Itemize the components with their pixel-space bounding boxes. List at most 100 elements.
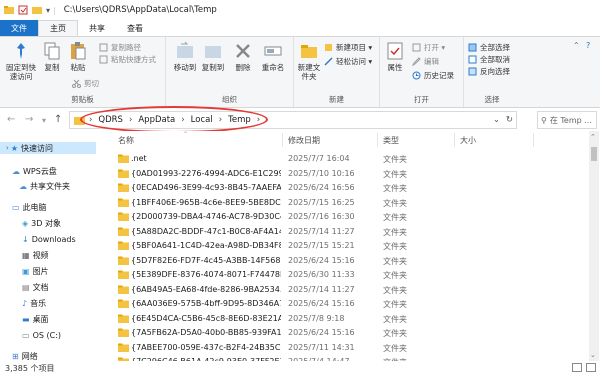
sidebar-item-wps-cloud[interactable]: ☁ WPS云盘 (0, 165, 57, 177)
tab-file[interactable]: 文件 (0, 20, 38, 36)
properties-button[interactable]: 属性 (384, 41, 406, 72)
history-button[interactable]: 历史记录 (412, 71, 454, 80)
copy-button[interactable]: 复制 (40, 41, 64, 72)
customize-toolbar-icon[interactable]: ▾ (46, 6, 50, 15)
sidebar-item-this-pc[interactable]: ▭ 此电脑 (0, 201, 47, 213)
address-dropdown-icon[interactable]: ⌄ (493, 115, 500, 125)
new-folder-icon[interactable] (32, 5, 42, 15)
search-box[interactable]: ⚲ 在 Temp ... (537, 111, 597, 129)
column-divider[interactable] (454, 133, 455, 147)
column-header-date[interactable]: 修改日期 (288, 135, 320, 146)
easy-access-button[interactable]: 轻松访问 ▾ (324, 57, 372, 66)
table-row[interactable]: {2D000739-DBA4-4746-AC78-9D30C4... 2025/7… (98, 211, 588, 224)
sidebar-item-documents[interactable]: ▤ 文档 (0, 281, 49, 293)
refresh-icon[interactable]: ↻ (506, 115, 513, 125)
open-button[interactable]: 打开 ▾ (412, 43, 445, 52)
organize-group: 移动到 复制到 删除 重命名 组织 (166, 37, 294, 107)
recent-locations-icon[interactable]: ▾ (42, 116, 46, 125)
easy-access-label: 轻松访问 ▾ (336, 57, 373, 66)
file-name: {6AB49A5-EA68-4fde-8286-9BA2534... (131, 284, 281, 294)
search-placeholder: 在 Temp ... (549, 115, 592, 125)
copy-path-button[interactable]: 复制路径 (99, 43, 141, 52)
large-icons-view-icon[interactable] (586, 363, 596, 372)
breadcrumb-qdrs[interactable]: QDRS (98, 115, 123, 125)
table-row[interactable]: {1BFF406E-965B-4c6e-8EE9-5BE8DC1... 2025/… (98, 197, 588, 210)
breadcrumb-appdata[interactable]: AppData (138, 115, 175, 125)
properties-icon[interactable] (18, 5, 28, 15)
table-row[interactable]: {6E45D4CA-C5B6-45c8-8E6D-83E21A... 2025/7… (98, 313, 588, 326)
column-divider[interactable] (282, 133, 283, 147)
cloud-icon: ☁ (19, 181, 27, 191)
pin-quick-access-button[interactable]: 固定到快速访问 (4, 41, 38, 81)
scroll-up-arrow-icon[interactable]: ⌃ (590, 133, 596, 141)
vertical-scrollbar[interactable]: ⌃ ⌄ (589, 131, 599, 361)
copy-to-button[interactable]: 复制到 (200, 41, 226, 72)
column-header-type[interactable]: 类型 (383, 135, 399, 146)
tab-view[interactable]: 查看 (116, 20, 154, 36)
copy-path-icon (99, 43, 108, 52)
properties-label: 属性 (387, 63, 403, 72)
select-all-button[interactable]: 全部选择 (468, 43, 510, 52)
table-row[interactable]: {5E389DFE-8376-4074-8071-F74478D... 2025/… (98, 269, 588, 282)
sidebar-item-os-drive[interactable]: ▭ OS (C:) (0, 329, 61, 341)
table-row[interactable]: {5D7F82E6-FD7F-4c45-A3BB-14F5680... 2025/… (98, 255, 588, 268)
table-row[interactable]: {6AA036E9-575B-4bff-9D95-8D346A7... 2025/… (98, 298, 588, 311)
breadcrumb-local[interactable]: Local (191, 115, 213, 125)
select-none-button[interactable]: 全部取消 (468, 55, 510, 64)
table-row[interactable]: {5BF0A641-1C4D-42ea-A98D-DB34F8... 2025/7… (98, 240, 588, 253)
table-row[interactable]: .net 2025/7/7 16:04 文件夹 (98, 153, 588, 166)
open-label: 打开 ▾ (424, 43, 446, 52)
new-item-button[interactable]: 新建项目 ▾ (324, 43, 372, 52)
sidebar-item-quick-access[interactable]: › ★ 快速访问 (0, 142, 96, 154)
tab-share[interactable]: 共享 (78, 20, 116, 36)
new-folder-button[interactable]: 新建文件夹 (296, 41, 322, 81)
column-divider[interactable] (377, 133, 378, 147)
column-header-name[interactable]: 名称 (118, 135, 134, 146)
back-arrow-icon[interactable]: ← (7, 114, 15, 125)
table-row[interactable]: {6AB49A5-EA68-4fde-8286-9BA2534... 2025/7… (98, 284, 588, 297)
sidebar-item-videos[interactable]: ▦ 视频 (0, 249, 49, 261)
cut-button[interactable]: 剪切 (72, 79, 99, 88)
delete-button[interactable]: 删除 (232, 41, 254, 72)
forward-arrow-icon[interactable]: → (25, 114, 33, 125)
paste-button[interactable]: 粘贴 (66, 41, 90, 72)
sidebar-item-desktop[interactable]: ▬ 桌面 (0, 313, 49, 325)
file-type: 文件夹 (383, 242, 407, 251)
details-view-icon[interactable] (572, 363, 582, 372)
cube-icon: ◈ (22, 218, 29, 228)
address-bar[interactable]: › QDRS › AppData › Local › Temp › ⌄ ↻ (69, 111, 517, 129)
invert-selection-icon (468, 67, 477, 76)
move-to-button[interactable]: 移动到 (172, 41, 198, 72)
sidebar-item-shared-folder[interactable]: ☁ 共享文件夹 (0, 180, 70, 192)
column-divider[interactable] (533, 133, 534, 147)
sidebar-item-label: 共享文件夹 (30, 181, 70, 191)
tab-home[interactable]: 主页 (38, 20, 78, 36)
scroll-down-arrow-icon[interactable]: ⌄ (590, 351, 596, 359)
file-type: 文件夹 (383, 184, 407, 193)
rename-button[interactable]: 重命名 (258, 41, 288, 72)
help-icon[interactable]: ? (586, 41, 590, 50)
divider: | (53, 5, 56, 15)
invert-selection-button[interactable]: 反向选择 (468, 67, 510, 76)
select-group: 全部选择 全部取消 反向选择 选择 (464, 37, 520, 107)
table-row[interactable]: {0AD01993-2276-4994-ADC6-E1C299... 2025/7… (98, 168, 588, 181)
table-row[interactable]: {5A88DA2C-BDDF-47c1-B0C8-AF4A14... 2025/7… (98, 226, 588, 239)
sidebar-item-music[interactable]: ♪ 音乐 (0, 297, 46, 309)
table-row[interactable]: {7ABEE700-059E-437c-B2F4-24B35CC... 2025/… (98, 342, 588, 355)
collapse-ribbon-icon[interactable]: ⌃ (573, 41, 580, 50)
sidebar-item-downloads[interactable]: ↓ Downloads (0, 233, 76, 245)
file-name: {2D000739-DBA4-4746-AC78-9D30C4... (131, 212, 281, 221)
sidebar-item-pictures[interactable]: ▣ 图片 (0, 265, 49, 277)
sidebar-item-3d-objects[interactable]: ◈ 3D 对象 (0, 217, 61, 229)
edit-button[interactable]: 编辑 (412, 57, 439, 66)
table-row[interactable]: {0ECAD496-3E99-4c93-8B45-7AAEFA... 2025/6… (98, 182, 588, 195)
breadcrumb-temp[interactable]: Temp (228, 115, 251, 125)
column-header-size[interactable]: 大小 (460, 135, 476, 146)
file-date: 2025/6/24 15:16 (288, 328, 355, 337)
paste-shortcut-button[interactable]: 粘贴快捷方式 (99, 55, 156, 64)
table-row[interactable]: {7A5FB62A-D5A0-40b0-BB85-939FA1... 2025/6… (98, 327, 588, 340)
scrollbar-thumb[interactable] (591, 147, 597, 161)
new-item-icon (325, 44, 332, 51)
up-arrow-icon[interactable]: ↑ (54, 114, 62, 125)
copy-path-label: 复制路径 (111, 43, 141, 52)
